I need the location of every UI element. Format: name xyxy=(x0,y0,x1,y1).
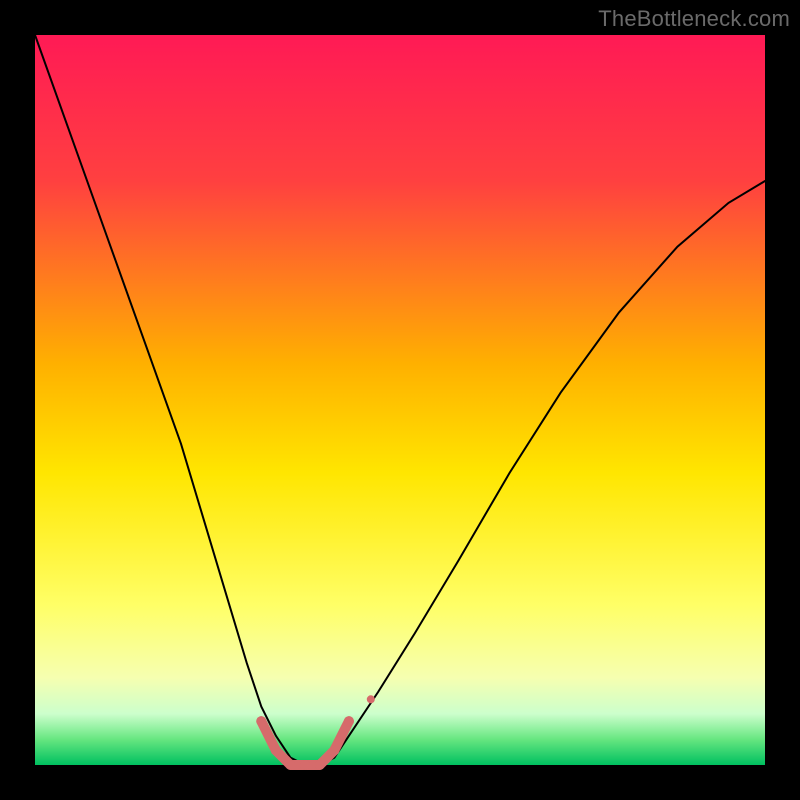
valley-dot xyxy=(300,760,310,770)
bottleneck-chart xyxy=(0,0,800,800)
valley-dot xyxy=(344,716,354,726)
valley-dot xyxy=(256,716,266,726)
valley-extra-dot xyxy=(367,695,375,703)
watermark-text: TheBottleneck.com xyxy=(598,6,790,32)
valley-dot xyxy=(271,745,281,755)
valley-dot xyxy=(315,760,325,770)
valley-dot xyxy=(286,760,296,770)
valley-dot xyxy=(329,745,339,755)
